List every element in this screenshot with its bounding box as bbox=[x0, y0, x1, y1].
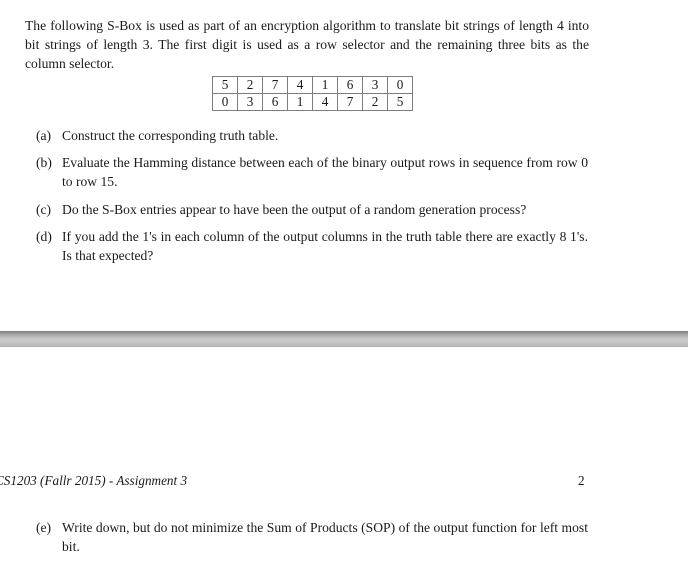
sbox-cell: 4 bbox=[287, 76, 313, 94]
sbox-cell: 1 bbox=[312, 76, 338, 94]
question-text: Write down, but do not minimize the Sum … bbox=[62, 520, 588, 555]
document-page-two: (e) Write down, but do not minimize the … bbox=[0, 518, 688, 564]
sbox-cell: 4 bbox=[312, 93, 338, 111]
question-list-continued: (e) Write down, but do not minimize the … bbox=[0, 518, 688, 556]
list-item: (b) Evaluate the Hamming distance betwee… bbox=[0, 153, 688, 191]
sbox-cell: 5 bbox=[212, 76, 238, 94]
sbox-cell: 6 bbox=[262, 93, 288, 111]
list-item: (e) Write down, but do not minimize the … bbox=[0, 518, 688, 556]
sbox-cell: 1 bbox=[287, 93, 313, 111]
table-row: 5 2 7 4 1 6 3 0 bbox=[212, 76, 413, 94]
question-label: (d) bbox=[36, 228, 52, 244]
table-row: 0 3 6 1 4 7 2 5 bbox=[212, 93, 413, 111]
sbox-cell: 0 bbox=[387, 76, 413, 94]
sbox-cell: 5 bbox=[387, 93, 413, 111]
sbox-table-container: 5 2 7 4 1 6 3 0 0 3 6 1 4 7 2 5 bbox=[212, 76, 413, 111]
question-text: Construct the corresponding truth table. bbox=[62, 128, 279, 143]
intro-paragraph: The following S-Box is used as part of a… bbox=[25, 17, 589, 71]
sbox-cell: 7 bbox=[337, 93, 363, 111]
sbox-cell: 3 bbox=[237, 93, 263, 111]
sbox-table-body: 5 2 7 4 1 6 3 0 0 3 6 1 4 7 2 5 bbox=[212, 76, 413, 111]
sbox-cell: 7 bbox=[262, 76, 288, 94]
page-break-separator bbox=[0, 331, 688, 347]
question-label: (e) bbox=[36, 520, 52, 535]
question-text: Do the S-Box entries appear to have been… bbox=[62, 201, 527, 217]
question-list: (a) Construct the corresponding truth ta… bbox=[0, 126, 688, 273]
sbox-cell: 6 bbox=[337, 76, 363, 94]
question-label: (a) bbox=[36, 128, 52, 143]
sbox-cell: 0 bbox=[212, 93, 238, 111]
running-footer: CS1203 (Fallr 2015) - Assignment 3 2 bbox=[0, 471, 688, 491]
question-text: If you add the 1's in each column of the… bbox=[62, 228, 588, 264]
question-label: (b) bbox=[36, 155, 52, 171]
list-item: (a) Construct the corresponding truth ta… bbox=[0, 126, 688, 145]
question-label: (c) bbox=[36, 201, 52, 217]
page-number: 2 bbox=[578, 473, 585, 488]
sbox-cell: 3 bbox=[362, 76, 388, 94]
sbox-cell: 2 bbox=[362, 93, 388, 111]
sbox-cell: 2 bbox=[237, 76, 263, 94]
running-footer-title: CS1203 (Fallr 2015) - Assignment 3 bbox=[0, 473, 188, 488]
question-text: Evaluate the Hamming distance between ea… bbox=[62, 155, 588, 190]
list-item: (d) If you add the 1's in each column of… bbox=[0, 227, 688, 265]
sbox-table: 5 2 7 4 1 6 3 0 0 3 6 1 4 7 2 5 bbox=[212, 76, 413, 111]
list-item: (c) Do the S-Box entries appear to have … bbox=[0, 200, 688, 219]
